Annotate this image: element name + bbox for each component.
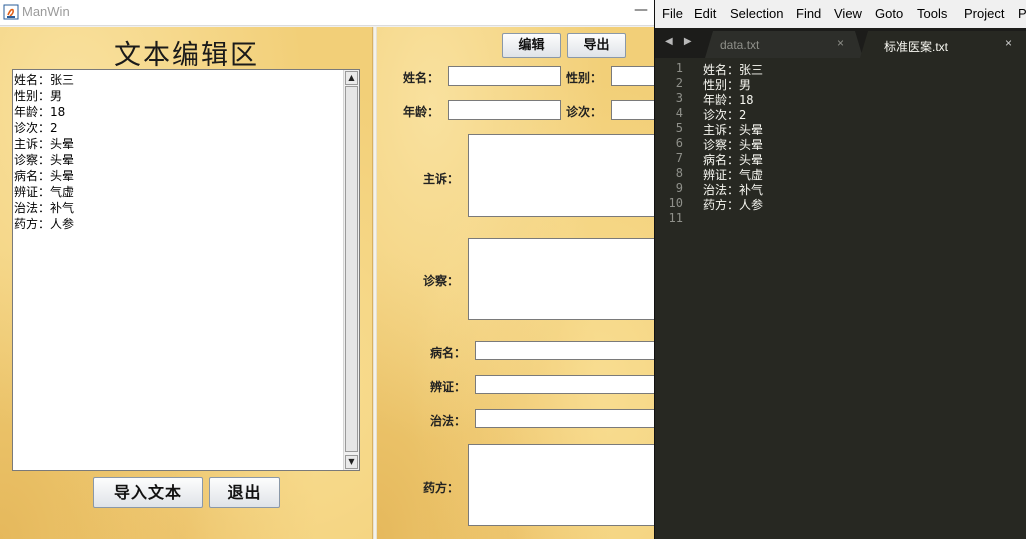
- line-number: 10: [668, 196, 683, 210]
- name-field[interactable]: [448, 66, 561, 86]
- syndrome-field[interactable]: [475, 375, 654, 394]
- text-line: 性别：男: [14, 89, 63, 103]
- window-title: ManWin: [22, 4, 70, 19]
- name-label: 姓名：: [403, 71, 440, 85]
- close-icon[interactable]: ×: [837, 36, 844, 50]
- text-line: 年龄：18: [14, 105, 66, 119]
- line-number: 11: [668, 211, 683, 225]
- menu-item-goto[interactable]: Goto: [875, 6, 903, 21]
- scroll-up-arrow-icon[interactable]: ▲: [345, 71, 358, 85]
- text-line: 主诉：头晕: [14, 137, 75, 151]
- line-number: 3: [675, 91, 683, 105]
- code-line: 药方：人参: [703, 198, 764, 212]
- tab-label: 标准医案.txt: [884, 40, 949, 54]
- line-number-gutter: 1 2 3 4 5 6 7 8 9 10 11: [655, 58, 695, 539]
- sublime-editor-window: File Edit Selection Find View Goto Tools Projec…: [654, 0, 1026, 539]
- exit-button[interactable]: 退出: [209, 477, 280, 508]
- edit-button[interactable]: 编辑: [502, 33, 561, 58]
- scroll-down-arrow-icon[interactable]: ▼: [345, 455, 358, 469]
- manwin-window: ManWin — 文本编辑区 姓名：张三性别：男年龄：18 诊次：2 主诉：头晕诊察…: [0, 0, 654, 539]
- exam-textarea[interactable]: [468, 238, 654, 320]
- line-number: 1: [675, 61, 683, 75]
- disease-field[interactable]: [475, 341, 654, 360]
- complaint-textarea[interactable]: [468, 134, 654, 217]
- text-line: 辨证：气虚: [14, 185, 75, 199]
- text-line: 诊察：头晕: [14, 153, 75, 167]
- text-line: 药方：人参: [14, 217, 75, 231]
- text-line: 治法：补气: [14, 201, 75, 215]
- menu-item-project[interactable]: Project: [964, 6, 1004, 21]
- prescription-label: 药方：: [423, 481, 460, 495]
- panel-title: 文本编辑区: [114, 40, 259, 71]
- export-button[interactable]: 导出: [567, 33, 626, 58]
- treatment-label: 治法：: [430, 414, 467, 428]
- structured-form-panel: 编辑 导出 姓名： 性别： 年龄： 诊次： 主诉： 诊察： 病名： 辨证： 治法…: [377, 27, 654, 539]
- tab-bar: ◀ ▶ data.txt × 标准医案.txt ×: [655, 28, 1026, 58]
- line-number: 4: [675, 106, 683, 120]
- exam-label: 诊察：: [423, 274, 460, 288]
- tab-nav-arrows-icon[interactable]: ◀ ▶: [665, 36, 696, 47]
- menu-item-edit[interactable]: Edit: [694, 6, 716, 21]
- menu-bar: File Edit Selection Find View Goto Tools Projec…: [655, 0, 1026, 28]
- text-editor-area[interactable]: 姓名：张三性别：男年龄：18 诊次：2 主诉：头晕诊察：头晕病名：头晕辨证：气虚治法…: [12, 69, 360, 471]
- line-number: 8: [675, 166, 683, 180]
- java-app-icon: [3, 4, 19, 20]
- menu-item-find[interactable]: Find: [796, 6, 821, 21]
- menu-item-tools[interactable]: Tools: [917, 6, 947, 21]
- syndrome-label: 辨证：: [430, 380, 467, 394]
- minimize-button[interactable]: —: [634, 3, 650, 20]
- menu-item-pr[interactable]: Pr: [1018, 6, 1026, 21]
- line-number: 6: [675, 136, 683, 150]
- gender-field[interactable]: [611, 66, 654, 86]
- disease-label: 病名：: [430, 346, 467, 360]
- line-number: 2: [675, 76, 683, 90]
- gender-label: 性别：: [566, 71, 603, 85]
- treatment-field[interactable]: [475, 409, 654, 428]
- import-text-button[interactable]: 导入文本: [93, 477, 203, 508]
- age-label: 年龄：: [403, 105, 440, 119]
- menu-item-selection[interactable]: Selection: [730, 6, 783, 21]
- complaint-label: 主诉：: [423, 172, 460, 186]
- line-number: 5: [675, 121, 683, 135]
- text-line: 姓名：张三: [14, 73, 75, 87]
- visit-field[interactable]: [611, 100, 654, 120]
- text-editor-content[interactable]: 姓名：张三性别：男年龄：18 诊次：2 主诉：头晕诊察：头晕病名：头晕辨证：气虚治法…: [14, 72, 344, 232]
- text-edit-panel: 文本编辑区 姓名：张三性别：男年龄：18 诊次：2 主诉：头晕诊察：头晕病名：头晕辨…: [0, 27, 373, 539]
- text-line: 病名：头晕: [14, 169, 75, 183]
- menu-item-view[interactable]: View: [834, 6, 862, 21]
- tab-data-txt[interactable]: data.txt ×: [705, 31, 863, 58]
- visit-label: 诊次：: [566, 105, 603, 119]
- line-number: 9: [675, 181, 683, 195]
- code-editor-area[interactable]: 姓名：张三 性别：男 年龄：18 诊次：2 主诉：头晕 诊察：头晕 病名：头晕 辨证：气虚 治法…: [703, 58, 1023, 539]
- text-line: 诊次：2: [14, 121, 58, 135]
- tab-label: data.txt: [720, 38, 760, 52]
- prescription-textarea[interactable]: [468, 444, 654, 526]
- age-field[interactable]: [448, 100, 561, 120]
- menu-item-file[interactable]: File: [662, 6, 683, 21]
- scrollbar-thumb[interactable]: [345, 86, 358, 452]
- close-icon[interactable]: ×: [1005, 36, 1012, 50]
- window-titlebar[interactable]: ManWin —: [0, 0, 654, 26]
- line-number: 7: [675, 151, 683, 165]
- vertical-scrollbar[interactable]: ▲ ▼: [343, 70, 359, 470]
- tab-standard-case-txt[interactable]: 标准医案.txt ×: [860, 31, 1026, 58]
